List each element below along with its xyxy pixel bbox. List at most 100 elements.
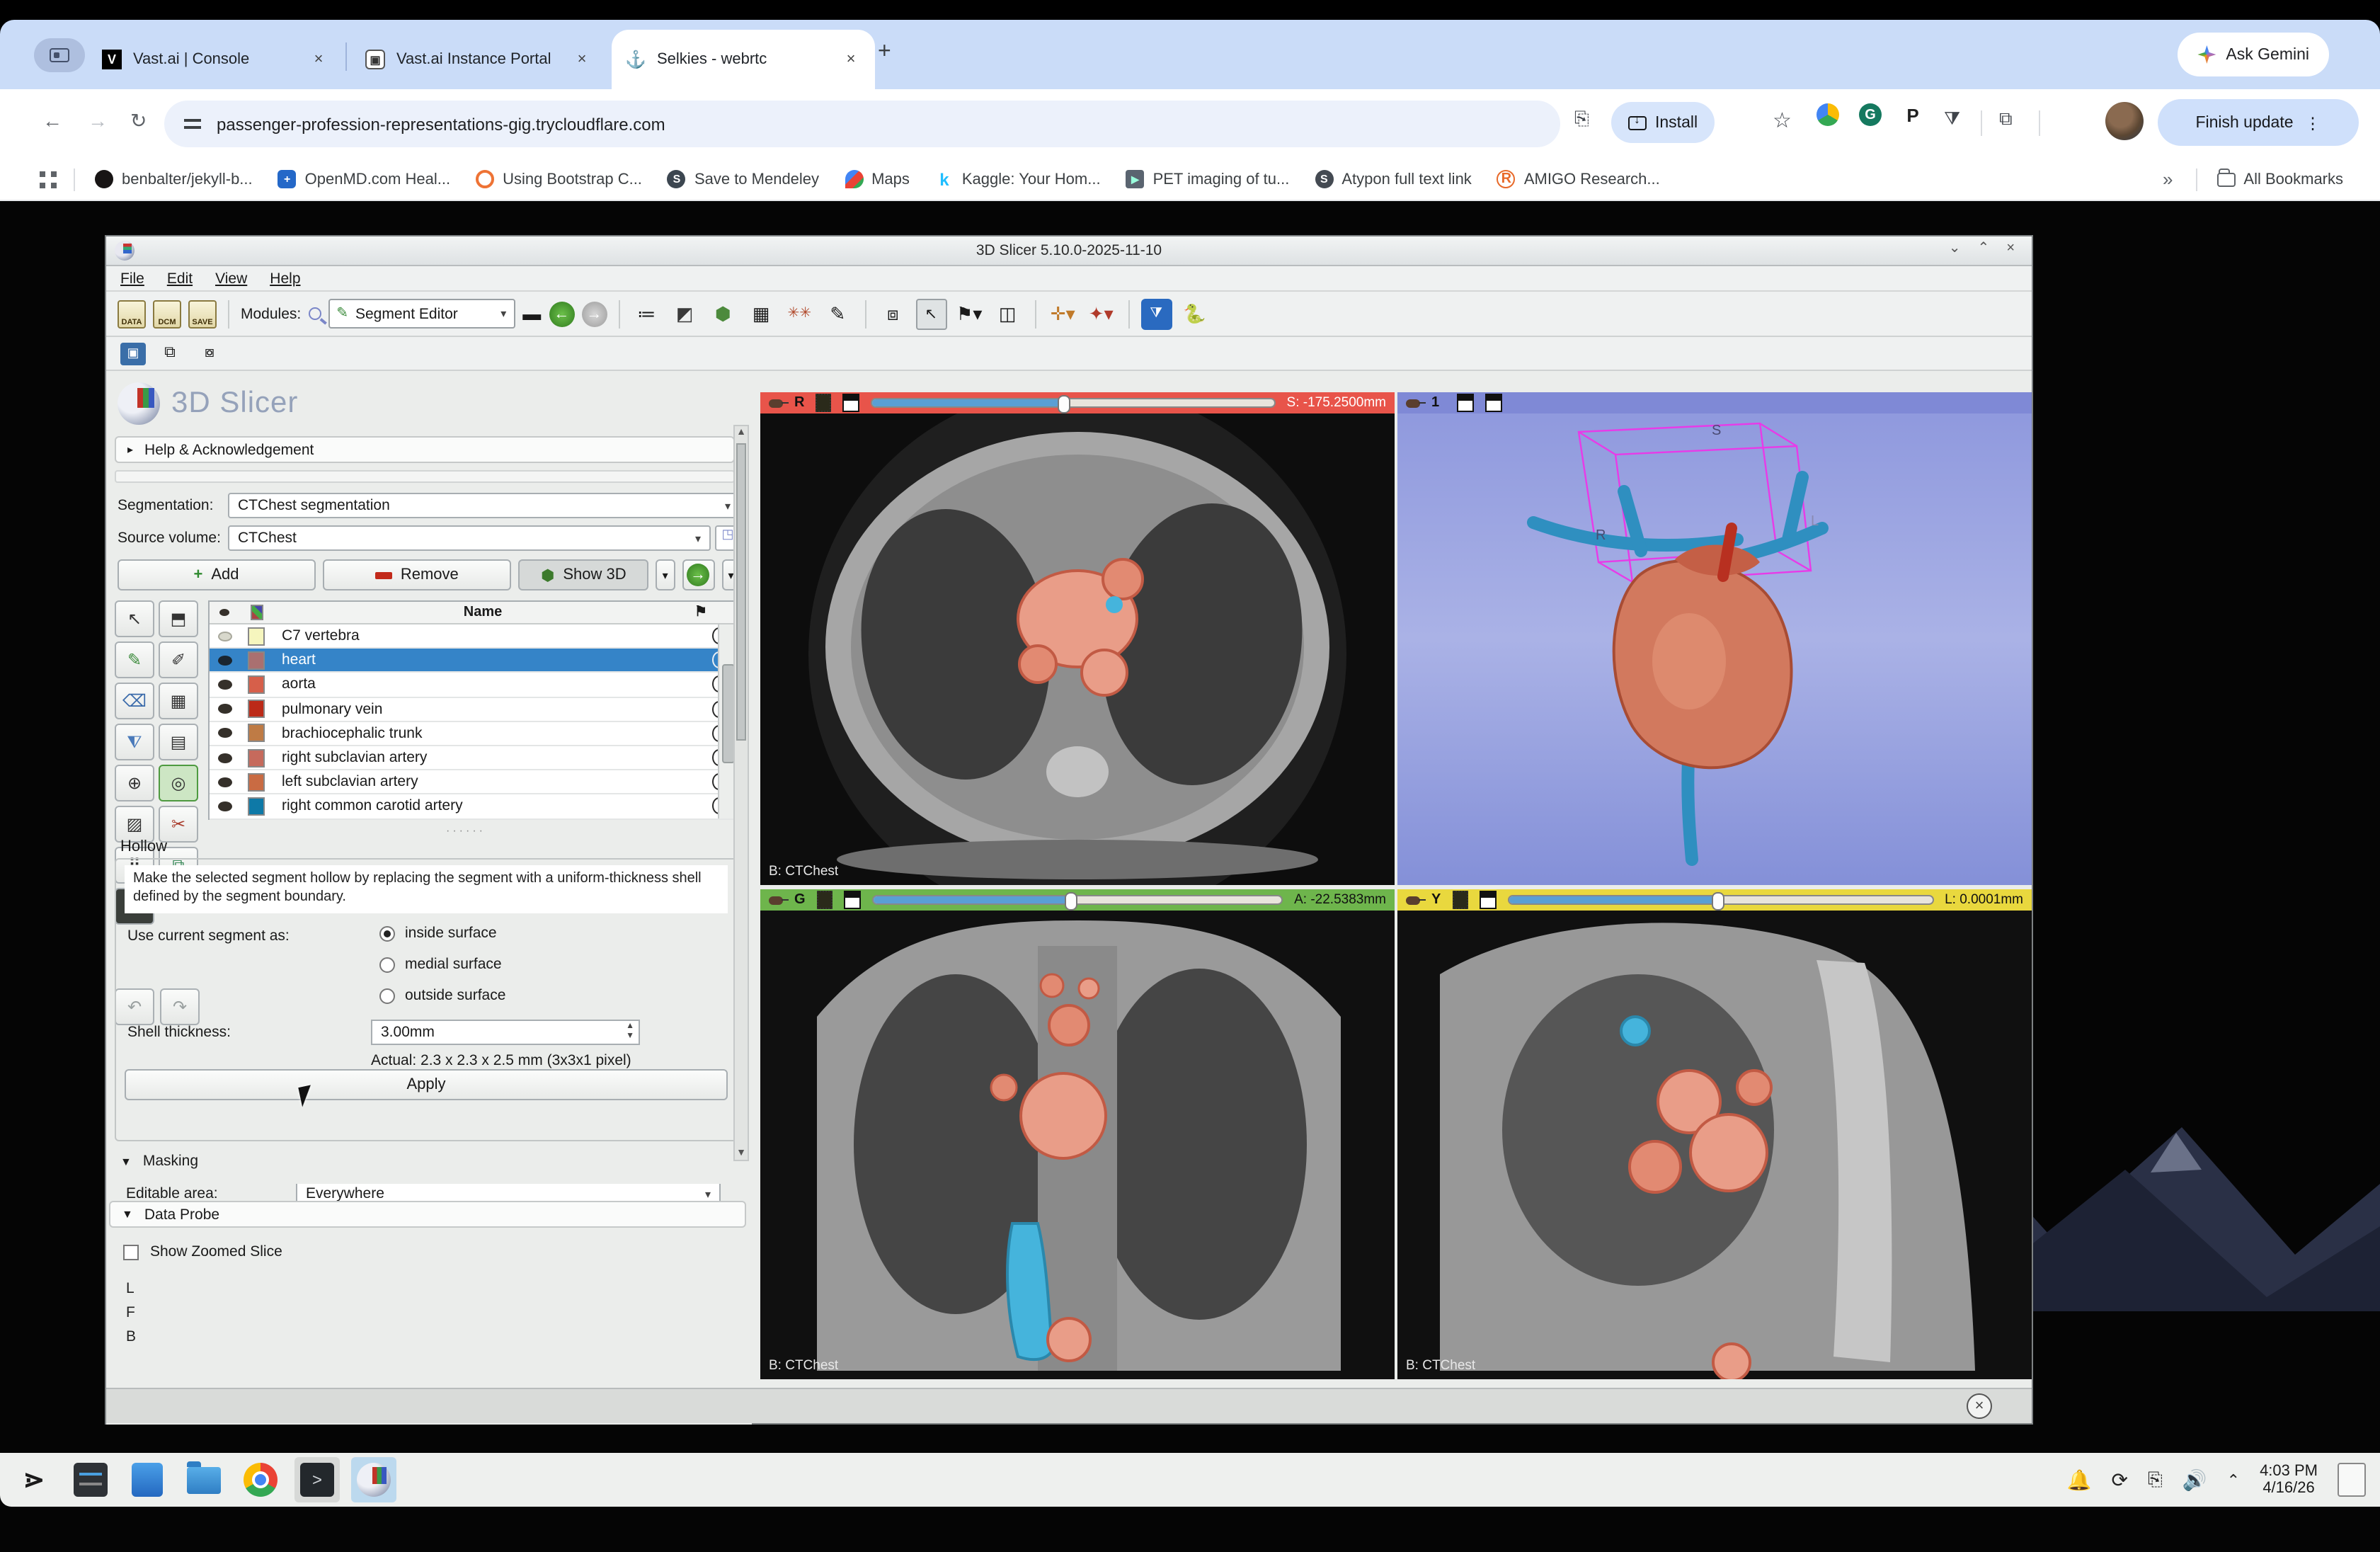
- crosshair-button[interactable]: ✛▾: [1047, 298, 1078, 329]
- terminal-taskbar-button[interactable]: >: [294, 1457, 340, 1502]
- segment-name[interactable]: heart: [273, 652, 702, 669]
- bookmark-item[interactable]: Using Bootstrap C...: [476, 170, 642, 188]
- red-slice-view[interactable]: R S: -175.2500mm B: CTChest: [760, 392, 1395, 885]
- tab-vastai-portal[interactable]: ▣ Vast.ai Instance Portal ×: [351, 30, 606, 89]
- window-maximize-icon[interactable]: ⌃: [1978, 241, 1990, 256]
- tab-close-icon[interactable]: ×: [841, 51, 861, 68]
- segment-row-aorta[interactable]: aorta: [210, 673, 736, 697]
- segment-row-heart-selected[interactable]: heart: [210, 649, 736, 673]
- show-3d-options-button[interactable]: ▾: [656, 559, 675, 590]
- green-slice-view[interactable]: G A: -22.5383mm B: CTChest: [760, 889, 1395, 1379]
- browser-menu-icon[interactable]: ⋮: [2305, 113, 2321, 132]
- slice-intersections-button[interactable]: ✦▾: [1085, 298, 1116, 329]
- module-finder-icon[interactable]: ≔: [631, 298, 662, 329]
- slice-slider[interactable]: [871, 398, 1275, 408]
- bookmark-item[interactable]: k Kaggle: Your Hom...: [935, 170, 1101, 188]
- app-launcher-button[interactable]: ⋗: [11, 1457, 57, 1502]
- visibility-toggle[interactable]: [210, 729, 239, 738]
- window-level-button[interactable]: ⚑▾: [954, 298, 985, 329]
- spin-down-icon[interactable]: ▼: [626, 1034, 634, 1041]
- segment-row-right-common-carotid-artery[interactable]: right common carotid artery: [210, 795, 736, 819]
- view-menu-icon[interactable]: [842, 394, 859, 412]
- panel-scrollbar[interactable]: ▲ ▼: [733, 425, 749, 1161]
- radio-inside-surface[interactable]: inside surface: [379, 925, 497, 942]
- effect-threshold[interactable]: ⬒: [159, 600, 198, 637]
- visibility-toggle[interactable]: [210, 753, 239, 763]
- effect-margin[interactable]: ⊕: [115, 765, 154, 801]
- center-view-icon[interactable]: [1456, 394, 1473, 412]
- volume-icon[interactable]: 🔊: [2182, 1468, 2207, 1492]
- segment-name[interactable]: pulmonary vein: [273, 700, 702, 717]
- extensions-puzzle-icon[interactable]: ⧩: [1944, 108, 1960, 130]
- slicer-title-bar[interactable]: 3D Slicer 5.10.0-2025-11-10 ⌄ ⌃ ×: [106, 236, 2032, 266]
- spin-up-icon[interactable]: ▲: [626, 1024, 634, 1031]
- markups-icon[interactable]: ✳✳: [784, 298, 815, 329]
- segment-color-swatch[interactable]: [239, 627, 273, 645]
- notifications-bell-icon[interactable]: 🔔: [2067, 1468, 2092, 1492]
- slice-visibility-icon[interactable]: [817, 891, 833, 909]
- slicer-taskbar-button[interactable]: [351, 1457, 396, 1502]
- help-acknowledgement-section[interactable]: ▸ Help & Acknowledgement: [115, 436, 735, 463]
- system-settings-button[interactable]: [68, 1457, 113, 1502]
- segment-row-brachiocephalic-trunk[interactable]: brachiocephalic trunk: [210, 722, 736, 746]
- segment-row-right-subclavian-artery[interactable]: right subclavian artery: [210, 746, 736, 770]
- yellow-slice-view[interactable]: Y L: 0.0001mm B: CTChest: [1397, 889, 2032, 1379]
- volumes-module-icon[interactable]: ▦: [745, 298, 777, 329]
- segment-color-swatch[interactable]: [239, 675, 273, 694]
- drive-extension-icon[interactable]: [1817, 103, 1839, 126]
- bookmark-item[interactable]: S Atypon full text link: [1315, 170, 1471, 188]
- python-console-icon[interactable]: 🐍: [1179, 298, 1210, 329]
- pin-icon[interactable]: [1406, 399, 1420, 407]
- scene-view-restore-icon[interactable]: ⧇: [194, 338, 225, 369]
- tab-search-button[interactable]: [34, 38, 85, 72]
- menu-help[interactable]: Help: [270, 270, 300, 287]
- segment-color-swatch[interactable]: [239, 772, 273, 791]
- pin-icon[interactable]: [769, 896, 783, 904]
- bookmark-star-icon[interactable]: ☆: [1773, 108, 1792, 133]
- radio-selected-icon[interactable]: [379, 925, 395, 941]
- scene-view-save-icon[interactable]: ⧉: [154, 338, 185, 369]
- show-desktop-button[interactable]: [2338, 1463, 2366, 1497]
- finish-update-button[interactable]: Finish update ⋮: [2158, 99, 2359, 146]
- radio-icon[interactable]: [379, 988, 395, 1003]
- module-search-icon[interactable]: [308, 307, 321, 320]
- apply-button[interactable]: Apply: [125, 1069, 728, 1100]
- effect-draw[interactable]: ✐: [159, 641, 198, 678]
- effect-fill-between-slices[interactable]: ▤: [159, 724, 198, 760]
- volume-rendering-icon[interactable]: ⬢: [707, 298, 738, 329]
- segment-name[interactable]: left subclavian artery: [273, 773, 702, 790]
- slice-slider[interactable]: [872, 895, 1283, 905]
- splitter-handle[interactable]: ······: [446, 824, 486, 837]
- new-tab-button[interactable]: +: [878, 40, 891, 65]
- annotations-icon[interactable]: ✎: [822, 298, 853, 329]
- add-segment-button[interactable]: + Add: [118, 559, 315, 590]
- discover-store-button[interactable]: [125, 1457, 170, 1502]
- data-module-icon[interactable]: ◩: [669, 298, 700, 329]
- tray-expander-icon[interactable]: ⌃: [2227, 1471, 2240, 1489]
- scroll-up-icon[interactable]: ▲: [735, 428, 748, 438]
- bookmark-item[interactable]: R AMIGO Research...: [1497, 170, 1660, 188]
- segment-name[interactable]: aorta: [273, 676, 702, 693]
- effect-hollow-selected[interactable]: ◎: [159, 765, 198, 801]
- window-close-icon[interactable]: ×: [2006, 241, 2015, 256]
- bookmark-item[interactable]: benbalter/jekyll-b...: [95, 170, 253, 188]
- pin-icon[interactable]: [1406, 896, 1420, 904]
- capture-view-icon[interactable]: ▣: [120, 342, 146, 365]
- segment-name[interactable]: C7 vertebra: [273, 627, 702, 644]
- segment-color-swatch[interactable]: [239, 651, 273, 670]
- radio-icon[interactable]: [379, 957, 395, 972]
- place-markup-button[interactable]: ◫: [992, 298, 1023, 329]
- visibility-toggle[interactable]: [210, 680, 239, 690]
- yellow-view-controls[interactable]: Y L: 0.0001mm: [1397, 889, 2032, 911]
- reload-button[interactable]: ↻: [130, 109, 147, 133]
- clipboard-tray-icon[interactable]: ⎘: [2148, 1468, 2163, 1491]
- module-history-menu[interactable]: ▬: [522, 298, 542, 329]
- show-3d-button[interactable]: ⬢ Show 3D: [519, 559, 649, 590]
- effect-paint[interactable]: ✎: [115, 641, 154, 678]
- red-view-controls[interactable]: R S: -175.2500mm: [760, 392, 1395, 413]
- show-zoomed-slice-row[interactable]: Show Zoomed Slice: [123, 1243, 282, 1260]
- profile-avatar[interactable]: [2105, 102, 2144, 140]
- view-menu-icon[interactable]: [844, 891, 861, 909]
- visibility-toggle[interactable]: [210, 656, 239, 666]
- remove-segment-button[interactable]: Remove: [322, 559, 512, 590]
